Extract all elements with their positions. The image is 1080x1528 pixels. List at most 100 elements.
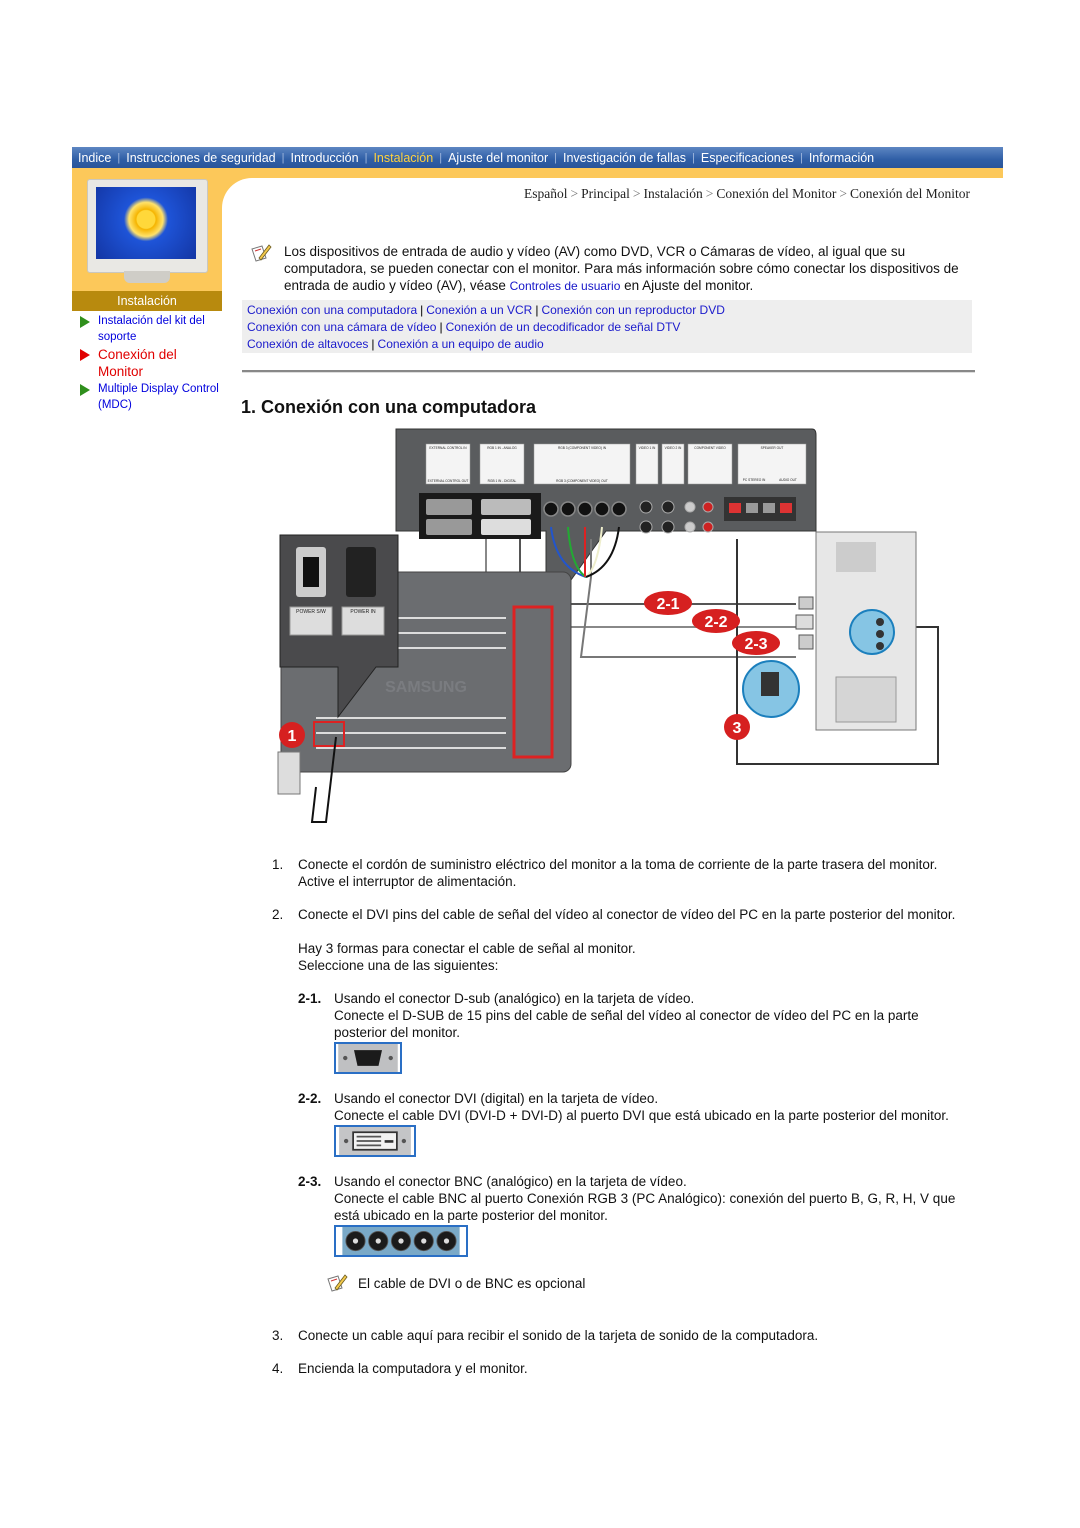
callout-3: 3 [733,720,742,737]
controles-usuario-link[interactable]: Controles de usuario [510,279,621,293]
links-row: Conexión con una computadora | Conexión a … [247,303,725,317]
power-inlet [346,547,376,597]
breadcrumb-item[interactable]: Español [524,186,568,201]
sidebar-item-kit-soporte[interactable]: Instalación del kit del soporte [80,313,225,345]
substep-desc: Conecte el cable BNC al puerto Conexión … [334,1191,956,1223]
panel-label: RGB 3 (COMPONENT VIDEO) OUT [556,479,608,483]
link-camara[interactable]: Conexión con una cámara de vídeo [247,320,436,334]
note-pencil-icon [251,244,272,262]
nav-item-informacion[interactable]: Información [803,151,880,165]
pc-dsub [798,596,814,610]
substep-number: 2-2. [298,1091,322,1106]
panel-label: RGB 1 IN - ANALOG [487,446,517,450]
connection-diagram: EXTERNAL CONTROL IN EXTERNAL CONTROL OUT… [277,428,939,823]
sidebar-item-label[interactable]: Instalación del kit del soporte [98,313,225,345]
note-pencil-icon [327,1274,348,1292]
top-nav: Indice | Instrucciones de seguridad | In… [72,147,1003,168]
samsung-logo: SAMSUNG [385,679,467,696]
sidebar-item-label[interactable]: Conexión del Monitor [98,346,225,380]
callout-2-3: 2-3 [744,636,767,653]
links-row: Conexión de altavoces | Conexión a un equi… [247,337,544,351]
substep-2-1: 2-1. Usando el conector D-sub (analógico… [298,990,972,1074]
panel-label: EXTERNAL CONTROL IN [429,446,467,450]
step-2: 2. Conecte el DVI pins del cable de seña… [272,906,972,1311]
power-in-label: POWER IN [350,609,376,615]
panel-label: VIDEO 2 IN [665,446,682,450]
monitor-stand [124,271,170,283]
step-text: Active el interruptor de alimentación. [298,874,517,889]
nav-item-introduccion[interactable]: Introducción [284,151,364,165]
sound-ports-zoom [849,609,895,655]
callout-1: 1 [288,728,297,745]
links-row: Conexión con una cámara de vídeo | Conexió… [247,320,681,334]
dsub-port [481,499,531,515]
step-number: 1. [272,857,284,872]
link-vcr[interactable]: Conexión a un VCR [426,303,532,317]
pc-bnc-adapter [798,634,814,650]
adapter-plug [761,672,779,696]
nav-item-instalacion[interactable]: Instalación [367,151,439,165]
substep-title: Usando el conector D-sub (analógico) en … [334,991,695,1006]
step-text: Conecte un cable aquí para recibir el so… [298,1328,819,1343]
rs232-in-port [426,499,472,515]
sidebar-list: Instalación del kit del soporte Conexión… [80,313,225,414]
step-extra: Hay 3 formas para conectar el cable de s… [298,941,636,956]
breadcrumb-item[interactable]: Instalación [644,186,703,201]
panel-label: COMPONENT VIDEO [694,446,726,450]
breadcrumb-item-current: Conexión del Monitor [850,186,970,201]
sidebar-item-conexion-monitor[interactable]: Conexión del Monitor [80,346,225,380]
step-number: 2. [272,907,284,922]
substep-number: 2-1. [298,991,322,1006]
section-title: 1. Conexión con una computadora [241,397,537,417]
panel-label: SPEAKER OUT [761,446,784,450]
sidebar-section-title: Instalación [72,291,222,311]
step-text: Conecte el DVI pins del cable de señal d… [298,907,956,922]
dsub-connector-icon [334,1042,402,1074]
divider [242,370,975,373]
step-text: Encienda la computadora y el monitor. [298,1361,528,1376]
wall-outlet [277,751,301,795]
link-computadora[interactable]: Conexión con una computadora [247,303,417,317]
breadcrumb-item[interactable]: Principal [581,186,630,201]
green-arrow-icon [80,316,90,328]
breadcrumb: Español > Principal > Instalación > Conexión d… [524,186,970,201]
panel-label: VIDEO 1 IN [639,446,656,450]
panel-label: AUDIO OUT [779,478,797,482]
nav-item-indice[interactable]: Indice [72,151,117,165]
substep-2-2: 2-2. Usando el conector DVI (digital) en… [298,1090,972,1157]
panel-label: EXTERNAL CONTROL OUT [428,479,469,483]
panel-label: RGB 1 IN - DIGITAL [488,479,517,483]
nav-item-seguridad[interactable]: Instrucciones de seguridad [120,151,281,165]
panel-label: RGB 3 (COMPONENT VIDEO) IN [558,446,607,450]
link-dvd[interactable]: Conexión con un reproductor DVD [541,303,724,317]
nav-item-ajuste[interactable]: Ajuste del monitor [442,151,554,165]
panel-label: PC STEREO IN [743,478,766,482]
nav-item-investigacion[interactable]: Investigación de fallas [557,151,692,165]
sidebar-item-mdc[interactable]: Multiple Display Control (MDC) [80,381,225,413]
nav-item-especificaciones[interactable]: Especificaciones [695,151,800,165]
optional-note-text: El cable de DVI o de BNC es opcional [358,1275,586,1291]
step-3: 3. Conecte un cable aquí para recibir el… [272,1327,972,1344]
substep-desc: Conecte el cable DVI (DVI-D + DVI-D) al … [334,1108,949,1123]
step-number: 3. [272,1328,284,1343]
substep-title: Usando el conector DVI (digital) en la t… [334,1091,659,1106]
green-arrow-icon [80,384,90,396]
sidebar-item-label[interactable]: Multiple Display Control (MDC) [98,381,225,413]
red-arrow-icon [80,349,90,361]
substep-number: 2-3. [298,1174,322,1189]
step-number: 4. [272,1361,284,1376]
intro-text-end: en Ajuste del monitor. [620,278,754,293]
link-audio[interactable]: Conexión a un equipo de audio [378,337,544,351]
callout-2-1: 2-1 [656,596,679,613]
link-altavoces[interactable]: Conexión de altavoces [247,337,368,351]
breadcrumb-item[interactable]: Conexión del Monitor [716,186,836,201]
intro-note: Los dispositivos de entrada de audio y v… [284,243,974,295]
step-extra: Seleccione una de las siguientes: [298,958,499,973]
link-dtv[interactable]: Conexión de un decodificador de señal DT… [446,320,681,334]
step-text: Conecte el cordón de suministro eléctric… [298,857,938,872]
dvi-port [481,519,531,535]
substep-title: Usando el conector BNC (analógico) en la… [334,1174,687,1189]
monitor-screen-flower [96,187,196,259]
power-switch-rocker [303,557,319,587]
power-sw-label: POWER S/W [296,609,326,615]
